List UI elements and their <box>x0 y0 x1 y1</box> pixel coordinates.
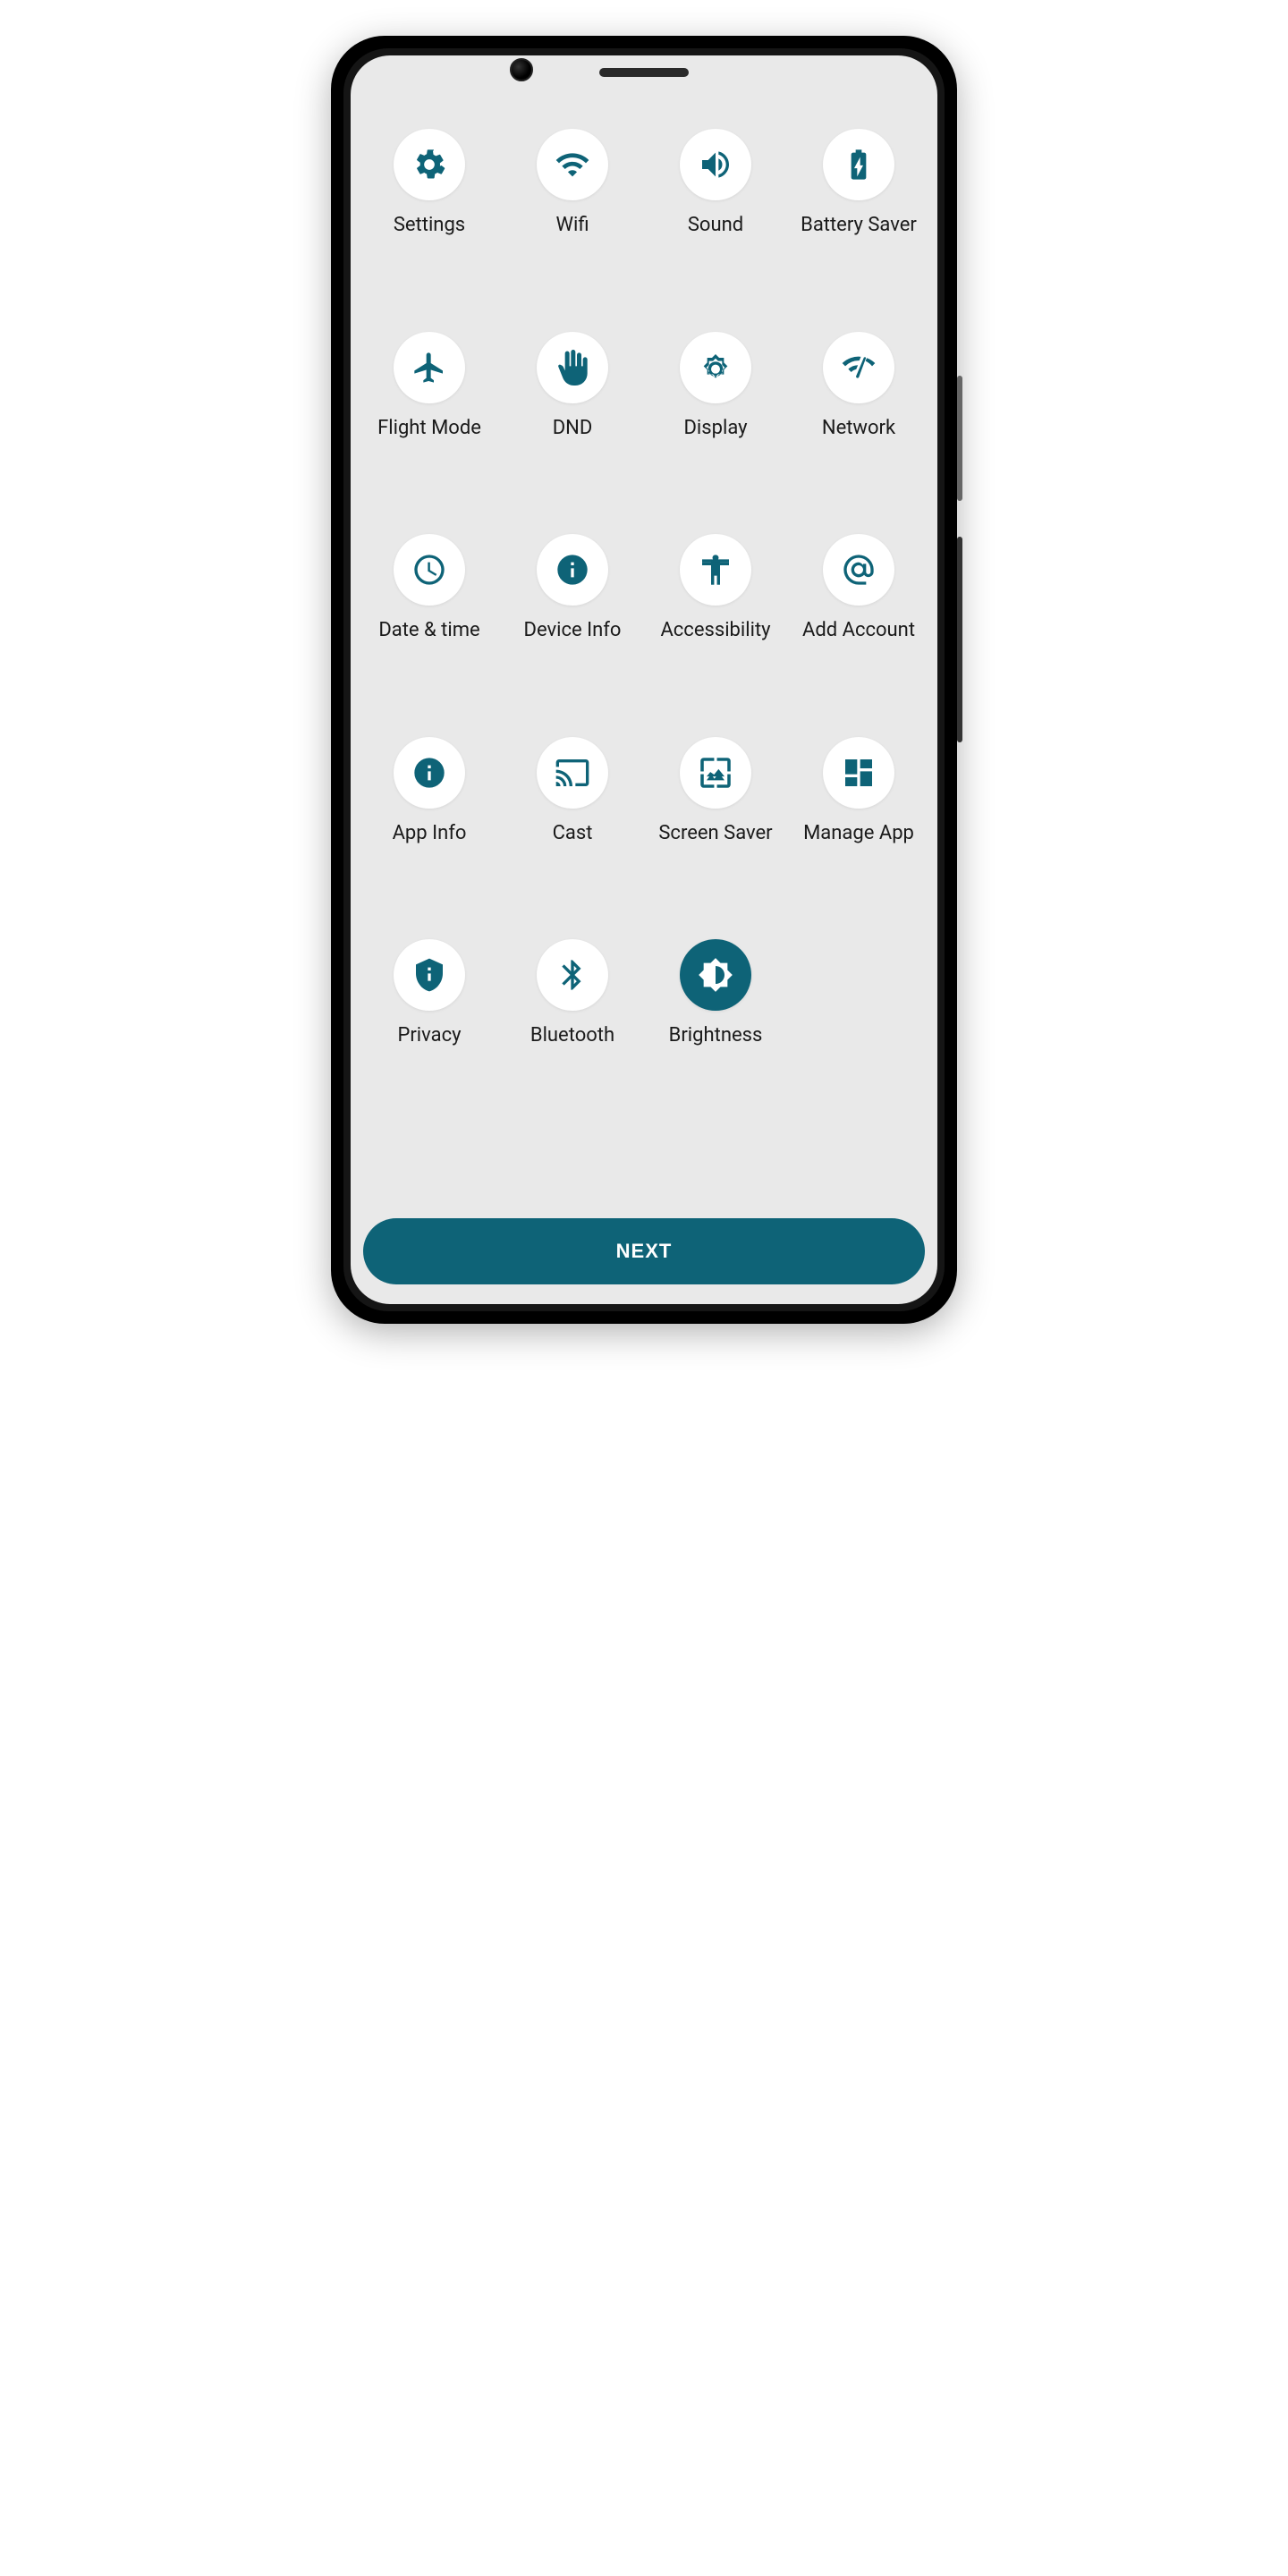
gear-icon <box>394 129 465 200</box>
front-camera <box>510 58 533 81</box>
tile-sound[interactable]: Sound <box>644 129 787 238</box>
brightness-half-icon <box>680 939 751 1011</box>
tile-label: Bluetooth <box>530 1023 614 1048</box>
tile-label: Battery Saver <box>801 213 917 238</box>
tile-device-info[interactable]: Device Info <box>501 534 644 643</box>
tile-label: Screen Saver <box>658 821 772 846</box>
tile-add-account[interactable]: Add Account <box>787 534 930 643</box>
tile-label: Date & time <box>378 618 479 643</box>
tile-grid: Settings Wifi Sound Battery Saver Flight Mod… <box>351 118 937 1200</box>
tile-label: App Info <box>393 821 467 846</box>
info-icon <box>537 534 608 606</box>
accessibility-icon <box>680 534 751 606</box>
tile-label: Add Account <box>802 618 915 643</box>
phone-frame: Settings Wifi Sound Battery Saver Flight Mod… <box>331 36 957 1324</box>
tile-label: DND <box>553 416 593 441</box>
hand-icon <box>537 332 608 403</box>
tile-battery-saver[interactable]: Battery Saver <box>787 129 930 238</box>
tile-flight-mode[interactable]: Flight Mode <box>358 332 501 441</box>
privacy-icon <box>394 939 465 1011</box>
tile-label: Manage App <box>803 821 914 846</box>
tile-accessibility[interactable]: Accessibility <box>644 534 787 643</box>
tile-network[interactable]: Network <box>787 332 930 441</box>
next-button[interactable]: NEXT <box>363 1218 925 1284</box>
network-check-icon <box>823 332 894 403</box>
tile-label: Display <box>683 416 747 441</box>
tile-wifi[interactable]: Wifi <box>501 129 644 238</box>
sound-icon <box>680 129 751 200</box>
tile-label: Flight Mode <box>377 416 481 441</box>
tile-dnd[interactable]: DND <box>501 332 644 441</box>
tile-label: Network <box>822 416 895 441</box>
power-button <box>957 537 962 742</box>
volume-button <box>957 376 962 501</box>
tile-label: Settings <box>394 213 465 238</box>
phone-notch <box>546 47 742 92</box>
brightness-ring-icon <box>680 332 751 403</box>
tile-privacy[interactable]: Privacy <box>358 939 501 1048</box>
tile-screen-saver[interactable]: Screen Saver <box>644 737 787 846</box>
battery-icon <box>823 129 894 200</box>
footer-bar: NEXT <box>351 1200 937 1304</box>
tile-cast[interactable]: Cast <box>501 737 644 846</box>
bluetooth-icon <box>537 939 608 1011</box>
at-icon <box>823 534 894 606</box>
tile-label: Accessibility <box>660 618 770 643</box>
tile-display[interactable]: Display <box>644 332 787 441</box>
tile-settings[interactable]: Settings <box>358 129 501 238</box>
tile-label: Device Info <box>524 618 622 643</box>
tile-bluetooth[interactable]: Bluetooth <box>501 939 644 1048</box>
tile-date-time[interactable]: Date & time <box>358 534 501 643</box>
airplane-icon <box>394 332 465 403</box>
tile-app-info[interactable]: App Info <box>358 737 501 846</box>
tile-brightness[interactable]: Brightness <box>644 939 787 1048</box>
info-icon <box>394 737 465 809</box>
tile-label: Cast <box>553 821 593 846</box>
wallpaper-icon <box>680 737 751 809</box>
tile-manage-app[interactable]: Manage App <box>787 737 930 846</box>
tile-label: Brightness <box>669 1023 763 1048</box>
tile-label: Privacy <box>397 1023 461 1048</box>
phone-screen: Settings Wifi Sound Battery Saver Flight Mod… <box>351 55 937 1304</box>
earpiece-speaker <box>599 68 689 77</box>
wifi-icon <box>537 129 608 200</box>
tile-label: Sound <box>688 213 743 238</box>
clock-icon <box>394 534 465 606</box>
cast-icon <box>537 737 608 809</box>
tile-label: Wifi <box>555 213 589 238</box>
dashboard-icon <box>823 737 894 809</box>
